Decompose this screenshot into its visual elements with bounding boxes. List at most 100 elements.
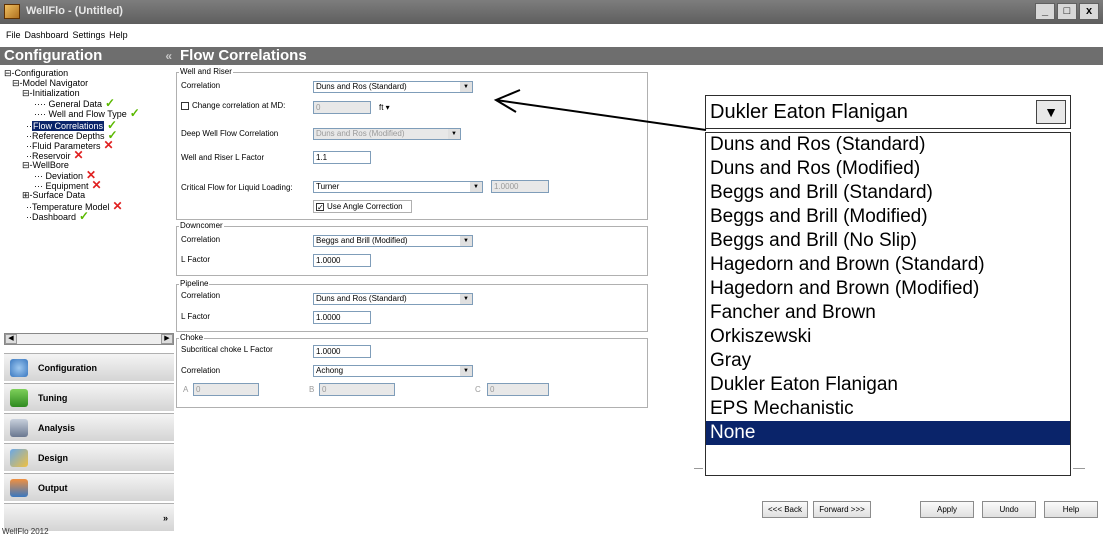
well-riser-correlation-select[interactable]: Duns and Ros (Standard) ▼ <box>313 81 473 93</box>
md-unit-dropdown[interactable]: ft ▾ <box>379 103 390 112</box>
cross-icon: ✕ <box>73 148 84 162</box>
callout-arrow <box>493 89 707 131</box>
well-riser-correlation-label: Correlation <box>181 81 221 90</box>
navigator-tree: ⊟-Configuration ⊟-Model Navigator ⊟-Init… <box>4 68 178 330</box>
forward-button[interactable]: Forward >>> <box>813 501 871 518</box>
downcomer-correlation-label: Correlation <box>181 235 221 244</box>
list-item[interactable]: EPS Mechanistic <box>706 397 1070 421</box>
zoomed-correlation-select[interactable]: Dukler Eaton Flanigan ▼ <box>705 95 1071 129</box>
list-item[interactable]: Dukler Eaton Flanigan <box>706 373 1070 397</box>
page-title: Flow Correlations <box>174 47 1103 65</box>
choke-correlation-label: Correlation <box>181 366 221 375</box>
list-item[interactable]: Beggs and Brill (Standard) <box>706 181 1070 205</box>
minimize-button[interactable]: _ <box>1035 3 1055 20</box>
nav-tuning[interactable]: Tuning <box>4 383 174 411</box>
downcomer-group: Downcomer Correlation Beggs and Brill (M… <box>176 221 648 276</box>
configuration-header: Configuration « <box>0 47 178 65</box>
lfactor-input[interactable]: 1.1 <box>313 151 371 164</box>
c-label: C <box>475 385 481 394</box>
critical-flow-select[interactable]: Turner ▼ <box>313 181 483 193</box>
scroll-left-icon[interactable]: ◀ <box>5 334 17 344</box>
choke-correlation-select[interactable]: Achong ▼ <box>313 365 473 377</box>
choke-group: Choke Subcritical choke L Factor 1.0000 … <box>176 333 648 408</box>
pipeline-lfactor-input[interactable]: 1.0000 <box>313 311 371 324</box>
a-label: A <box>183 385 189 394</box>
list-item[interactable]: Gray <box>706 349 1070 373</box>
tree-item-dashboard[interactable]: ··Dashboard ✓ <box>26 209 90 223</box>
pipeline-group: Pipeline Correlation Duns and Ros (Stand… <box>176 279 648 332</box>
change-md-input[interactable]: 0 <box>313 101 371 114</box>
chevron-down-icon: ▼ <box>448 129 460 139</box>
maximize-button[interactable]: □ <box>1057 3 1077 20</box>
app-icon <box>4 4 20 19</box>
critical-flow-number[interactable]: 1.0000 <box>491 180 549 193</box>
nav-output[interactable]: Output <box>4 473 174 501</box>
menu-file[interactable]: File <box>6 30 21 44</box>
window-title: WellFlo - (Untitled) <box>26 5 123 17</box>
critical-flow-label: Critical Flow for Liquid Loading: <box>181 183 293 192</box>
close-button[interactable]: x <box>1079 3 1099 20</box>
help-button[interactable]: Help <box>1044 501 1098 518</box>
chevron-down-icon: ▼ <box>460 82 472 92</box>
b-input[interactable]: 0 <box>319 383 395 396</box>
list-item[interactable]: Hagedorn and Brown (Modified) <box>706 277 1070 301</box>
calculator-icon <box>10 418 28 437</box>
change-md-checkbox[interactable]: Change correlation at MD: <box>181 101 285 110</box>
pencil-icon <box>10 448 28 467</box>
gear-icon <box>10 358 28 377</box>
subcritical-input[interactable]: 1.0000 <box>313 345 371 358</box>
apply-button[interactable]: Apply <box>920 501 974 518</box>
list-item[interactable]: Fancher and Brown <box>706 301 1070 325</box>
choke-group-label: Choke <box>179 333 205 342</box>
zoomed-correlation-list: Duns and Ros (Standard) Duns and Ros (Mo… <box>705 132 1071 476</box>
list-item[interactable]: Duns and Ros (Modified) <box>706 157 1070 181</box>
pipeline-correlation-label: Correlation <box>181 291 221 300</box>
nav-configuration[interactable]: Configuration <box>4 353 174 381</box>
downcomer-correlation-select[interactable]: Beggs and Brill (Modified) ▼ <box>313 235 473 247</box>
cross-icon: ✕ <box>112 199 123 213</box>
tree-item-initialization[interactable]: ⊟-Initialization <box>22 88 80 98</box>
menu-dashboard[interactable]: Dashboard <box>25 30 69 44</box>
list-item-selected[interactable]: None <box>706 421 1070 445</box>
deep-well-label: Deep Well Flow Correlation <box>181 129 279 138</box>
chevron-down-icon: ▼ <box>470 182 482 192</box>
subcritical-label: Subcritical choke L Factor <box>181 345 273 354</box>
collapse-icon[interactable]: « <box>165 47 172 65</box>
back-button[interactable]: <<< Back <box>762 501 808 518</box>
list-item[interactable]: Beggs and Brill (No Slip) <box>706 229 1070 253</box>
nav-analysis[interactable]: Analysis <box>4 413 174 441</box>
nav-design[interactable]: Design <box>4 443 174 471</box>
undo-button[interactable]: Undo <box>982 501 1036 518</box>
tree-item-wellbore[interactable]: ⊟-WellBore <box>22 160 69 170</box>
chevron-down-icon[interactable]: ▼ <box>1036 100 1066 124</box>
tree-item-well-and-flow-type[interactable]: ···· Well and Flow Type ✓ <box>34 107 140 119</box>
menu-help[interactable]: Help <box>109 30 128 44</box>
menu-settings[interactable]: Settings <box>73 30 106 44</box>
list-item[interactable]: Orkiszewski <box>706 325 1070 349</box>
deep-well-correlation-select[interactable]: Duns and Ros (Modified) ▼ <box>313 128 461 140</box>
list-item[interactable]: Beggs and Brill (Modified) <box>706 205 1070 229</box>
downcomer-lfactor-input[interactable]: 1.0000 <box>313 254 371 267</box>
list-item[interactable]: Duns and Ros (Standard) <box>706 133 1070 157</box>
check-icon: ✓ <box>79 209 90 223</box>
pipeline-correlation-select[interactable]: Duns and Ros (Standard) ▼ <box>313 293 473 305</box>
title-bar: WellFlo - (Untitled) _ □ x <box>0 0 1103 24</box>
tree-item-model-navigator[interactable]: ⊟-Model Navigator <box>12 78 88 88</box>
a-input[interactable]: 0 <box>193 383 259 396</box>
pipeline-group-label: Pipeline <box>179 279 210 288</box>
angle-correction-checkbox[interactable]: ✓ Use Angle Correction <box>313 200 412 213</box>
tree-item-configuration[interactable]: ⊟-Configuration <box>4 68 68 78</box>
tree-item-surface-data[interactable]: ⊞-Surface Data <box>22 190 85 200</box>
tree-scrollbar[interactable]: ◀ ▶ <box>4 333 174 345</box>
list-item[interactable]: Hagedorn and Brown (Standard) <box>706 253 1070 277</box>
lfactor-label: Well and Riser L Factor <box>181 153 265 162</box>
status-bar: WellFlo 2012 <box>2 527 49 536</box>
cross-icon: ✕ <box>91 178 102 192</box>
divider <box>694 468 703 469</box>
b-label: B <box>309 385 315 394</box>
expand-icon[interactable]: » <box>163 513 168 523</box>
scroll-right-icon[interactable]: ▶ <box>161 334 173 344</box>
c-input[interactable]: 0 <box>487 383 549 396</box>
well-riser-group-label: Well and Riser <box>179 67 233 76</box>
chart-icon <box>10 478 28 497</box>
